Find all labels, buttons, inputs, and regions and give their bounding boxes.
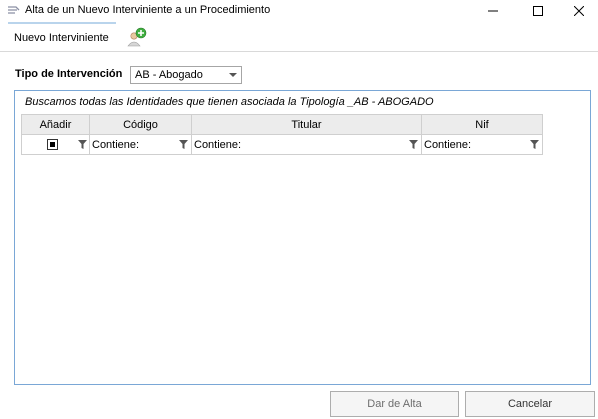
- app-icon: [8, 6, 20, 14]
- tab-label: Nuevo Interviniente: [14, 32, 109, 44]
- column-header-codigo[interactable]: Código: [89, 114, 192, 135]
- column-header-titular[interactable]: Titular: [191, 114, 422, 135]
- tipo-intervencion-value: AB - Abogado: [135, 69, 203, 81]
- anadir-filter-checkbox[interactable]: [47, 139, 58, 150]
- add-person-button[interactable]: [126, 27, 148, 47]
- filter-operator-nif: Contiene:: [424, 138, 472, 151]
- filter-operator-codigo: Contiene:: [92, 138, 140, 151]
- add-person-icon: [127, 27, 147, 47]
- tab-nuevo-interviniente[interactable]: Nuevo Interviniente: [8, 22, 116, 52]
- minimize-icon: [488, 10, 498, 12]
- close-icon: [574, 6, 584, 16]
- identidades-grid: Añadir Código Titular Nif Contiene: Cont…: [21, 114, 543, 155]
- cancel-button[interactable]: Cancelar: [465, 391, 595, 417]
- identidades-panel: Buscamos todas las Identidades que tiene…: [14, 90, 591, 385]
- column-header-anadir[interactable]: Añadir: [21, 114, 90, 135]
- dar-de-alta-button[interactable]: Dar de Alta: [330, 391, 459, 417]
- close-button[interactable]: [561, 0, 597, 22]
- minimize-button[interactable]: [475, 0, 511, 22]
- filter-cell-anadir: [21, 134, 90, 155]
- chevron-down-icon: [229, 73, 237, 77]
- ribbon: Nuevo Interviniente: [0, 22, 598, 52]
- filter-icon[interactable]: [409, 140, 418, 149]
- filter-icon[interactable]: [179, 140, 188, 149]
- column-header-nif[interactable]: Nif: [421, 114, 543, 135]
- filter-cell-codigo[interactable]: Contiene:: [89, 134, 192, 155]
- panel-caption: Buscamos todas las Identidades que tiene…: [25, 96, 434, 108]
- indeterminate-mark: [50, 142, 55, 147]
- filter-icon[interactable]: [530, 140, 539, 149]
- tipo-intervencion-label: Tipo de Intervención: [15, 68, 123, 80]
- title-bar: Alta de un Nuevo Interviniente a un Proc…: [0, 0, 598, 22]
- grid-header-row: Añadir Código Titular Nif: [21, 114, 543, 135]
- tipo-intervencion-select[interactable]: AB - Abogado: [130, 66, 242, 84]
- maximize-button[interactable]: [520, 0, 556, 22]
- maximize-icon: [533, 6, 543, 16]
- filter-cell-titular[interactable]: Contiene:: [191, 134, 422, 155]
- window-title: Alta de un Nuevo Interviniente a un Proc…: [25, 4, 271, 16]
- filter-operator-titular: Contiene:: [194, 138, 242, 151]
- filter-icon[interactable]: [78, 140, 87, 149]
- filter-cell-nif[interactable]: Contiene:: [421, 134, 543, 155]
- filter-row: Contiene: Contiene: Contiene:: [21, 134, 543, 155]
